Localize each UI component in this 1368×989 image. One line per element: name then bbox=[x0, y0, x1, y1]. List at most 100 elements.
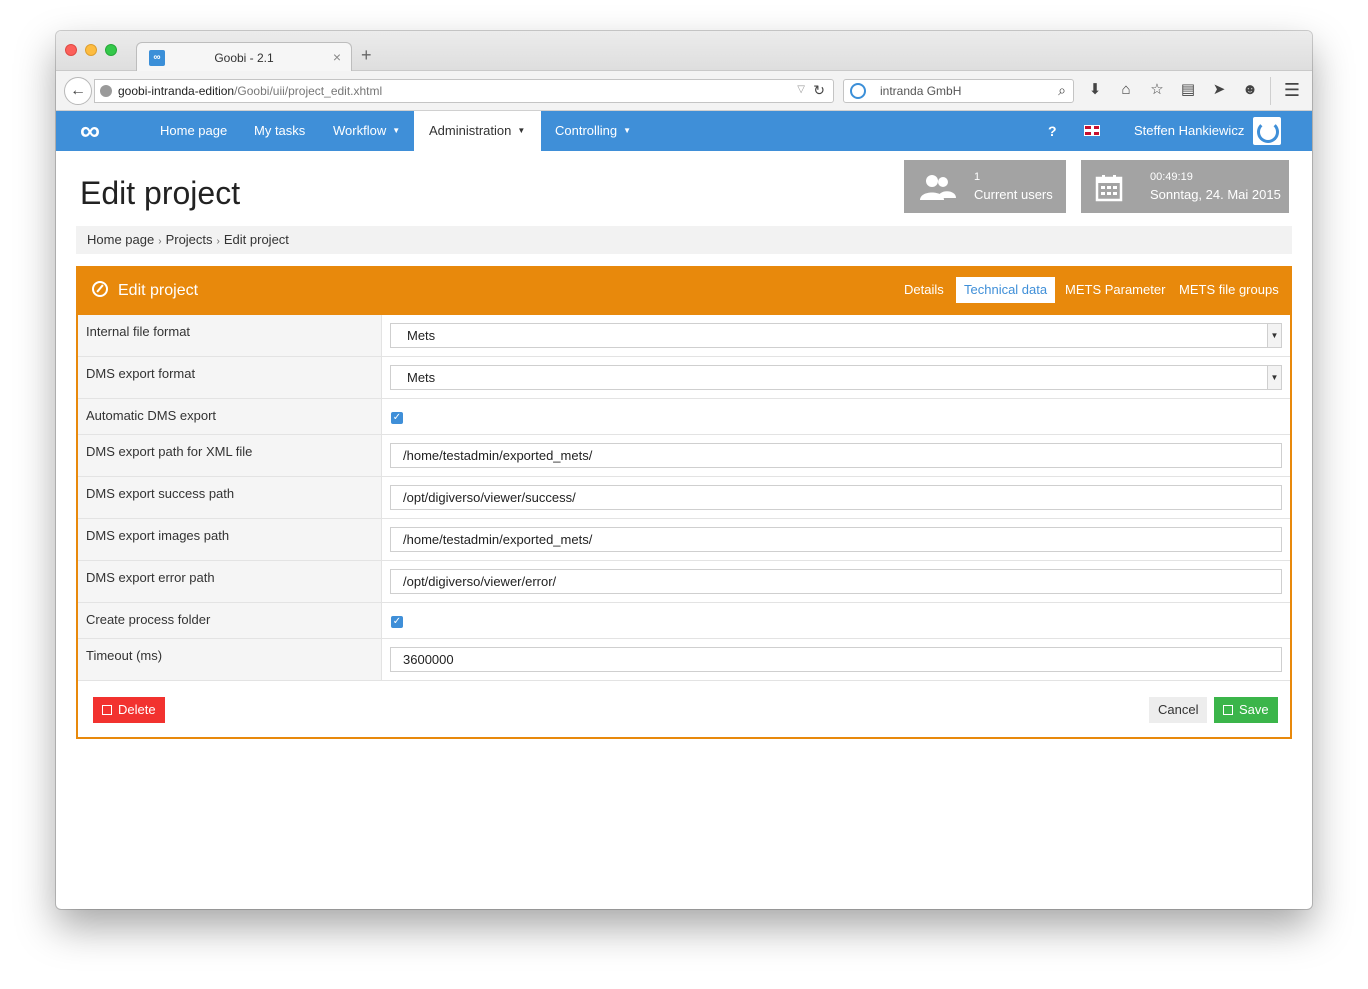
label-dms-export-images-path: DMS export images path bbox=[78, 519, 382, 560]
tab-mets-file-groups[interactable]: METS file groups bbox=[1171, 277, 1287, 303]
label-dms-export-path-xml: DMS export path for XML file bbox=[78, 435, 382, 476]
url-host: goobi-intranda-edition bbox=[118, 84, 235, 98]
label-automatic-dms-export: Automatic DMS export bbox=[78, 399, 382, 434]
uk-flag-icon[interactable] bbox=[1084, 125, 1100, 136]
row-dms-export-error-path: DMS export error path /opt/digiverso/vie… bbox=[78, 561, 1290, 603]
back-arrow-icon[interactable]: ← bbox=[64, 77, 92, 105]
user-avatar[interactable] bbox=[1253, 117, 1281, 145]
dms-export-path-xml-input[interactable]: /home/testadmin/exported_mets/ bbox=[390, 443, 1282, 468]
users-label: Current users bbox=[974, 187, 1053, 202]
goobi-logo-icon[interactable]: ∞ bbox=[80, 117, 100, 145]
page-content: Edit project 1 Current users 00:49:19 So… bbox=[56, 151, 1312, 909]
panel-header: Edit project Details Technical data METS… bbox=[78, 268, 1290, 315]
url-dropdown-icon[interactable]: ▽ bbox=[797, 84, 805, 95]
chevron-down-icon: ▼ bbox=[623, 126, 632, 135]
reload-icon[interactable]: ↻ bbox=[813, 82, 825, 99]
dropdown-arrow-icon[interactable]: ▼ bbox=[1267, 324, 1281, 347]
cancel-button[interactable]: Cancel bbox=[1149, 697, 1208, 723]
minimize-window-button[interactable] bbox=[85, 44, 97, 56]
search-bar[interactable]: intranda GmbH ⌕ bbox=[843, 79, 1074, 103]
dms-export-success-path-input[interactable]: /opt/digiverso/viewer/success/ bbox=[390, 485, 1282, 510]
internal-file-format-value: Mets bbox=[407, 328, 436, 343]
chevron-down-icon: ▼ bbox=[517, 126, 526, 135]
dms-export-images-path-input[interactable]: /home/testadmin/exported_mets/ bbox=[390, 527, 1282, 552]
close-window-button[interactable] bbox=[65, 44, 77, 56]
delete-button-label: Delete bbox=[118, 702, 156, 717]
browser-window: ∞ Goobi - 2.1 × + ← goobi-intranda-editi… bbox=[56, 31, 1312, 909]
reading-list-icon[interactable]: ▤ bbox=[1179, 80, 1197, 100]
breadcrumb-home[interactable]: Home page bbox=[87, 232, 154, 247]
tab-mets-parameter[interactable]: METS Parameter bbox=[1057, 277, 1173, 303]
label-dms-export-error-path: DMS export error path bbox=[78, 561, 382, 602]
bookmark-star-icon[interactable]: ☆ bbox=[1148, 80, 1166, 100]
users-icon-svg bbox=[920, 175, 956, 200]
tab-title: Goobi - 2.1 bbox=[214, 51, 274, 65]
hamburger-menu-icon[interactable]: ☰ bbox=[1284, 80, 1300, 100]
home-icon[interactable]: ⌂ bbox=[1117, 80, 1135, 100]
zoom-window-button[interactable] bbox=[105, 44, 117, 56]
search-icon[interactable]: ⌕ bbox=[1058, 82, 1066, 99]
panel-title: Edit project bbox=[118, 282, 199, 299]
row-dms-export-format: DMS export format Mets ▼ bbox=[78, 357, 1290, 399]
help-icon[interactable]: ? bbox=[1048, 111, 1057, 151]
label-dms-export-success-path: DMS export success path bbox=[78, 477, 382, 518]
nav-workflow-label: Workflow bbox=[333, 123, 387, 138]
dms-export-error-path-input[interactable]: /opt/digiverso/viewer/error/ bbox=[390, 569, 1282, 594]
label-internal-file-format: Internal file format bbox=[78, 315, 382, 356]
close-tab-icon[interactable]: × bbox=[333, 49, 341, 65]
breadcrumb: Home page › Projects › Edit project bbox=[76, 226, 1292, 254]
nav-administration[interactable]: Administration ▼ bbox=[414, 111, 541, 151]
breadcrumb-projects[interactable]: Projects bbox=[166, 232, 213, 247]
url-path: /Goobi/uii/project_edit.xhtml bbox=[234, 84, 383, 98]
title-bar: ∞ Goobi - 2.1 × + bbox=[56, 31, 1312, 72]
nav-workflow[interactable]: Workflow ▼ bbox=[333, 111, 400, 151]
user-name[interactable]: Steffen Hankiewicz bbox=[1134, 111, 1244, 151]
nav-administration-label: Administration bbox=[429, 123, 512, 138]
timeout-input[interactable]: 3600000 bbox=[390, 647, 1282, 672]
page-title: Edit project bbox=[80, 175, 241, 211]
current-time: 00:49:19 bbox=[1150, 171, 1193, 183]
label-dms-export-format: DMS export format bbox=[78, 357, 382, 398]
nav-home-page[interactable]: Home page bbox=[160, 111, 227, 151]
save-button[interactable]: Save bbox=[1214, 697, 1278, 723]
users-icon bbox=[918, 174, 956, 206]
main-navbar: ∞ Home page My tasks Workflow ▼ Administr… bbox=[56, 111, 1312, 151]
nav-my-tasks[interactable]: My tasks bbox=[254, 111, 305, 151]
browser-toolbar: ← goobi-intranda-edition/Goobi/uii/proje… bbox=[56, 71, 1312, 111]
new-tab-icon[interactable]: + bbox=[361, 46, 372, 64]
chat-icon[interactable]: ☻ bbox=[1241, 80, 1259, 100]
row-dms-export-path-xml: DMS export path for XML file /home/testa… bbox=[78, 435, 1290, 477]
dms-export-format-value: Mets bbox=[407, 370, 436, 385]
nav-controlling[interactable]: Controlling ▼ bbox=[555, 111, 631, 151]
delete-button[interactable]: Delete bbox=[93, 697, 165, 723]
search-engine-icon[interactable] bbox=[850, 83, 866, 99]
row-internal-file-format: Internal file format Mets ▼ bbox=[78, 315, 1290, 357]
edit-compass-icon bbox=[92, 281, 108, 297]
browser-tab[interactable]: ∞ Goobi - 2.1 × bbox=[136, 42, 352, 72]
tab-details[interactable]: Details bbox=[896, 277, 952, 303]
chevron-down-icon: ▼ bbox=[392, 126, 401, 135]
create-process-folder-checkbox[interactable]: ✓ bbox=[391, 616, 403, 628]
nav-controlling-label: Controlling bbox=[555, 123, 618, 138]
dms-export-format-select[interactable]: Mets ▼ bbox=[390, 365, 1282, 390]
date-time-box: 00:49:19 Sonntag, 24. Mai 2015 bbox=[1081, 160, 1289, 213]
download-icon[interactable]: ⬇ bbox=[1086, 80, 1104, 100]
label-create-process-folder: Create process folder bbox=[78, 603, 382, 638]
row-create-process-folder: Create process folder ✓ bbox=[78, 603, 1290, 639]
breadcrumb-separator-icon: › bbox=[216, 236, 220, 247]
internal-file-format-select[interactable]: Mets ▼ bbox=[390, 323, 1282, 348]
label-timeout: Timeout (ms) bbox=[78, 639, 382, 680]
automatic-dms-export-checkbox[interactable]: ✓ bbox=[391, 412, 403, 424]
url-bar[interactable]: goobi-intranda-edition/Goobi/uii/project… bbox=[94, 79, 834, 103]
row-timeout: Timeout (ms) 3600000 bbox=[78, 639, 1290, 681]
nav-home-page-label: Home page bbox=[160, 123, 228, 138]
dropdown-arrow-icon[interactable]: ▼ bbox=[1267, 366, 1281, 389]
send-icon[interactable]: ➤ bbox=[1210, 80, 1228, 100]
calendar-icon bbox=[1095, 174, 1123, 208]
toolbar-icons: ⬇ ⌂ ☆ ▤ ➤ ☻ bbox=[1086, 80, 1259, 100]
url-text: goobi-intranda-edition/Goobi/uii/project… bbox=[118, 84, 382, 98]
tab-technical-data[interactable]: Technical data bbox=[956, 277, 1056, 303]
current-users-box: 1 Current users bbox=[904, 160, 1066, 213]
breadcrumb-separator-icon: › bbox=[158, 236, 162, 247]
current-date: Sonntag, 24. Mai 2015 bbox=[1150, 187, 1281, 202]
